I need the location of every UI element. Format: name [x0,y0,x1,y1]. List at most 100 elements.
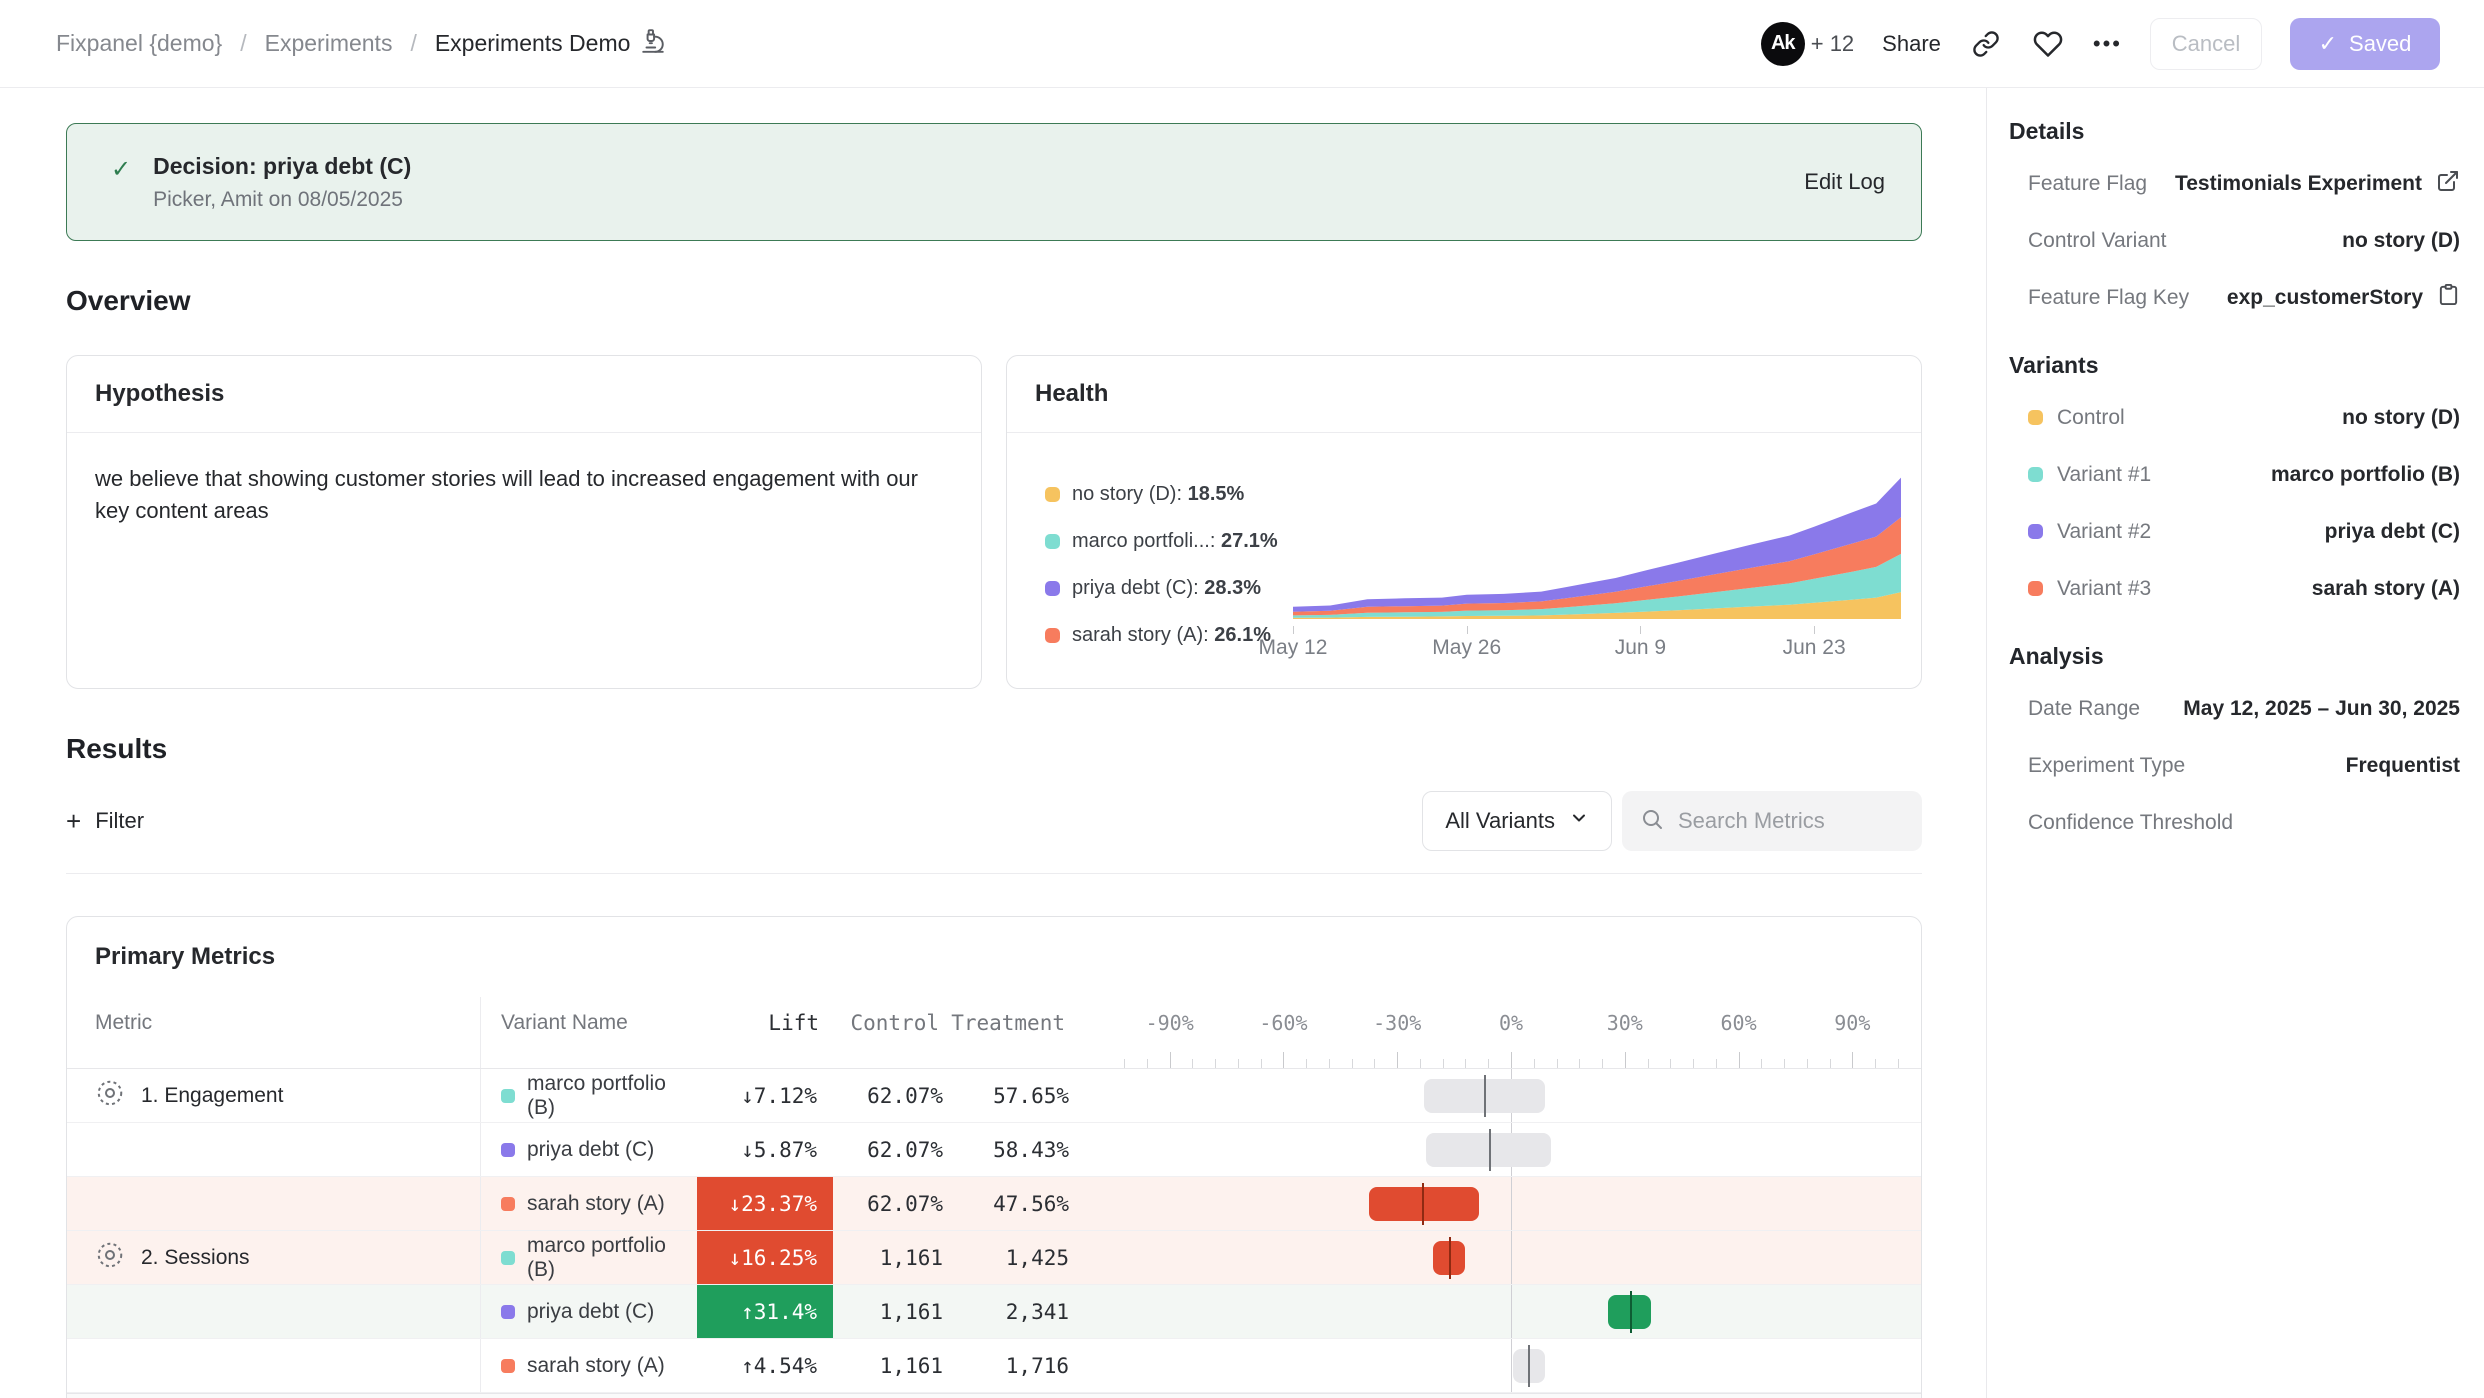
control-value: 62.07% [833,1177,953,1230]
details-title: Details [2009,118,2460,145]
details-sidebar: Details Feature Flag Testimonials Experi… [1986,88,2484,1398]
results-heading: Results [66,733,1922,765]
lift-value: ↓7.12% [697,1069,833,1122]
variant-row: Variant #1 marco portfolio (B) [2009,446,2460,503]
decision-title: Decision: priya debt (C) [153,153,1804,180]
metric-target-icon [95,1078,125,1114]
share-button[interactable]: Share [1882,31,1941,57]
plus-icon: + [66,806,81,837]
table-row[interactable]: priya debt (C) ↓5.87% 62.07% 58.43% [67,1123,1921,1177]
table-row[interactable]: sarah story (A) ↓23.37% 62.07% 47.56% [67,1177,1921,1231]
detail-row: Control Variant no story (D) [2009,212,2460,269]
variant-swatch [2028,524,2043,539]
breadcrumb-app[interactable]: Fixpanel {demo} [56,30,222,57]
confidence-interval-bar [1424,1079,1545,1113]
chevron-down-icon [1569,808,1589,834]
legend-item: marco portfoli...: 27.1% [1045,518,1289,565]
breadcrumb-separator: / [410,30,416,57]
treatment-value: 2,341 [953,1285,1079,1338]
health-title: Health [1035,380,1108,407]
confidence-interval-bar [1433,1241,1465,1275]
analysis-row: Date Range May 12, 2025 – Jun 30, 2025 [2009,680,2460,737]
more-menu-icon[interactable]: ••• [2093,31,2122,57]
results-toolbar: + Filter All Variants [66,791,1922,851]
breadcrumb: Fixpanel {demo} / Experiments / Experime… [56,28,666,60]
variant-row: Variant #2 priya debt (C) [2009,503,2460,560]
health-chart-x-label: May 12 [1259,636,1328,660]
health-chart-x-label: Jun 23 [1783,636,1846,660]
control-value: 62.07% [833,1069,953,1122]
confidence-interval-cell [1079,1069,1921,1122]
control-value: 1,161 [833,1339,953,1392]
treatment-value: 57.65% [953,1069,1079,1122]
overview-heading: Overview [66,285,1922,317]
health-chart-x-axis: May 12May 26Jun 9Jun 23 [1289,626,1905,662]
variant-swatch [501,1197,515,1211]
variants-title: Variants [2009,352,2460,379]
table-header: Metric Variant Name Lift Control Treatme… [67,997,1921,1069]
lift-value: ↓5.87% [697,1123,833,1176]
analysis-row: Confidence Threshold [2009,794,2460,851]
lift-value: ↓23.37% [697,1177,833,1230]
results-divider [66,873,1922,874]
search-metrics-box [1622,791,1922,851]
breadcrumb-current: Experiments Demo [435,28,667,60]
add-filter-button[interactable]: + Filter [66,806,144,837]
copy-link-icon[interactable] [1969,27,2003,61]
cancel-button[interactable]: Cancel [2150,18,2262,70]
search-icon [1640,807,1664,836]
variant-swatch [501,1089,515,1103]
lift-value: ↓16.25% [697,1231,833,1284]
axis-tick-strip [1109,1048,1913,1068]
legend-swatch [1045,628,1060,643]
add-metric-button[interactable]: + Add [67,1393,1921,1398]
variants-section: Variants Control no story (D) Variant #1… [2009,352,2460,617]
legend-item: no story (D): 18.5% [1045,471,1289,518]
health-chart-x-label: Jun 9 [1615,636,1666,660]
copy-icon[interactable] [2437,283,2460,312]
header-actions: Ak + 12 Share ••• Cancel ✓ Saved [1761,18,2440,70]
breadcrumb-separator: / [240,30,246,57]
legend-swatch [1045,487,1060,502]
table-row[interactable]: 1. Engagement marco portfolio (B) ↓7.12%… [67,1069,1921,1123]
breadcrumb-experiments[interactable]: Experiments [265,30,393,57]
variant-swatch [2028,581,2043,596]
lift-value: ↑4.54% [697,1339,833,1392]
analysis-row: Experiment Type Frequentist [2009,737,2460,794]
hypothesis-body: we believe that showing customer stories… [67,433,947,557]
collaborators-count[interactable]: + 12 [1811,31,1854,57]
confidence-interval-bar [1369,1187,1479,1221]
metric-target-icon [95,1240,125,1276]
table-row[interactable]: sarah story (A) ↑4.54% 1,161 1,716 [67,1339,1921,1393]
hypothesis-card: Hypothesis we believe that showing custo… [66,355,982,689]
top-bar: Fixpanel {demo} / Experiments / Experime… [0,0,2484,88]
saved-button[interactable]: ✓ Saved [2290,18,2440,70]
external-link-icon[interactable] [2436,169,2460,199]
health-legend: no story (D): 18.5% marco portfoli...: 2… [1045,433,1289,693]
lift-value: ↑31.4% [697,1285,833,1338]
variants-dropdown[interactable]: All Variants [1422,791,1612,851]
legend-swatch [1045,581,1060,596]
table-row[interactable]: priya debt (C) ↑31.4% 1,161 2,341 [67,1285,1921,1339]
confidence-interval-cell [1079,1123,1921,1176]
page-title: Experiments Demo [435,30,631,57]
decision-meta: Picker, Amit on 08/05/2025 [153,188,1804,212]
search-metrics-input[interactable] [1678,808,1898,834]
treatment-value: 58.43% [953,1123,1079,1176]
detail-row: Feature Flag Testimonials Experiment [2009,155,2460,212]
microscope-icon [640,28,666,60]
experiment-page: Fixpanel {demo} / Experiments / Experime… [0,0,2484,1398]
edit-log-button[interactable]: Edit Log [1804,169,1885,195]
lift-axis-header: -90% -60% -30% 0% 30% 60% 90% [1079,997,1921,1068]
feature-flag-link[interactable]: Testimonials Experiment [2175,172,2422,196]
table-row[interactable]: 2. Sessions marco portfolio (B) ↓16.25% … [67,1231,1921,1285]
favorite-heart-icon[interactable] [2031,27,2065,61]
variant-swatch [501,1305,515,1319]
variant-row: Variant #3 sarah story (A) [2009,560,2460,617]
decision-banner: ✓ Decision: priya debt (C) Picker, Amit … [66,123,1922,241]
control-value: 1,161 [833,1231,953,1284]
variant-swatch [501,1143,515,1157]
avatar[interactable]: Ak [1761,22,1805,66]
variant-swatch [501,1251,515,1265]
treatment-value: 47.56% [953,1177,1079,1230]
